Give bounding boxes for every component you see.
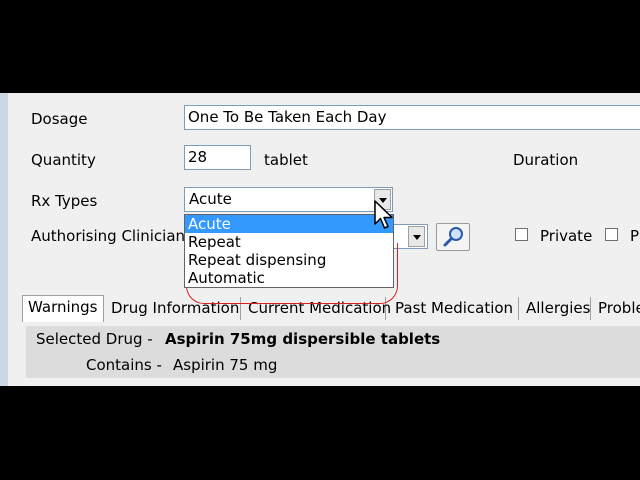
rx-type-option-automatic[interactable]: Automatic [185, 269, 393, 287]
contains-value: Aspirin 75 mg [173, 356, 278, 374]
tab-allergies[interactable]: Allergies [521, 297, 591, 320]
rx-types-dropdown-list[interactable]: Acute Repeat Repeat dispensing Automatic [184, 214, 394, 288]
contains-label: Contains - [86, 356, 162, 374]
rx-types-value: Acute [189, 190, 232, 208]
tab-problems[interactable]: Proble [593, 297, 640, 320]
magnifier-icon [443, 227, 463, 247]
authorising-clinician-label: Authorising Clinician [31, 227, 186, 245]
duration-label: Duration [513, 151, 579, 169]
clinician-search-button[interactable] [436, 223, 470, 251]
rx-types-select[interactable]: Acute [184, 187, 393, 212]
mouse-cursor-icon [374, 200, 393, 229]
quantity-field[interactable]: 28 [184, 145, 251, 170]
quantity-unit: tablet [264, 151, 308, 169]
tab-past-medication[interactable]: Past Medication [390, 297, 519, 320]
prescription-window: Dosage One To Be Taken Each Day Quantity… [0, 93, 640, 386]
selected-drug-value: Aspirin 75mg dispersible tablets [165, 330, 441, 348]
cut-off-checkbox[interactable] [605, 228, 618, 241]
quantity-label: Quantity [31, 151, 96, 169]
rx-type-option-repeat[interactable]: Repeat [185, 233, 393, 251]
rx-types-label: Rx Types [31, 192, 98, 210]
cut-off-checkbox-label: P [630, 227, 640, 245]
rx-type-option-acute[interactable]: Acute [185, 215, 393, 233]
selected-drug-label: Selected Drug - [36, 330, 153, 348]
rx-type-option-repeat-dispensing[interactable]: Repeat dispensing [185, 251, 393, 269]
dosage-label: Dosage [31, 110, 88, 128]
window-edge [0, 93, 8, 386]
private-label: Private [540, 227, 593, 245]
chevron-down-icon[interactable] [408, 226, 425, 247]
tab-warnings[interactable]: Warnings [22, 295, 104, 322]
warnings-panel: Selected Drug - Aspirin 75mg dispersible… [26, 326, 640, 378]
dosage-field[interactable]: One To Be Taken Each Day [184, 105, 640, 130]
private-checkbox[interactable] [515, 228, 528, 241]
